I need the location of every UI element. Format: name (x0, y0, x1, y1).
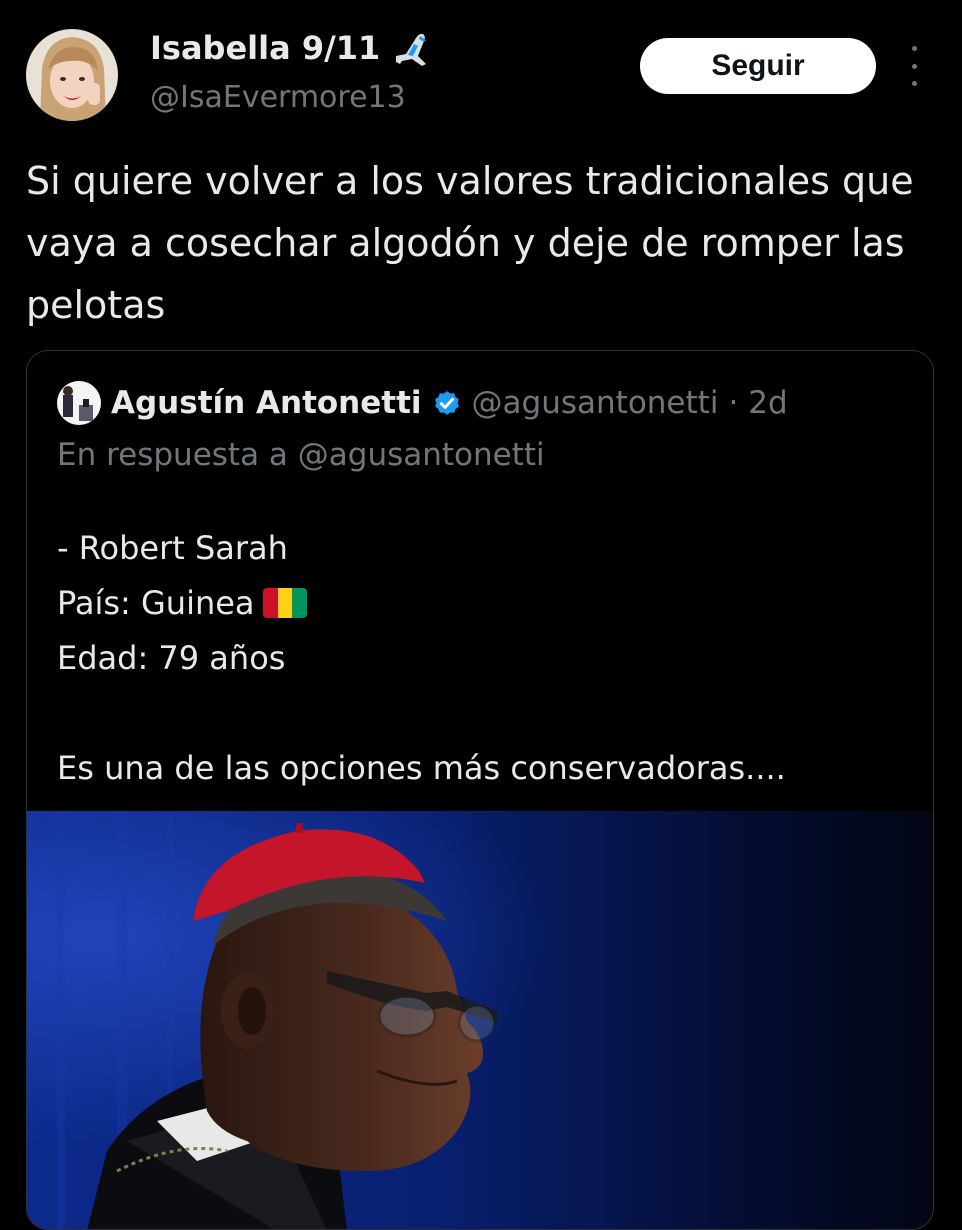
follow-button[interactable]: Seguir (640, 38, 876, 94)
author-name-row[interactable]: Isabella 9/11 (150, 28, 434, 68)
quoted-timestamp[interactable]: 2d (748, 385, 787, 421)
separator-dot: · (728, 385, 739, 421)
quoted-line (57, 686, 786, 741)
quoted-author-name[interactable]: Agustín Antonetti (111, 385, 422, 421)
quoted-tweet-card[interactable]: Agustín Antonetti @agusantonetti · 2d En… (26, 350, 934, 1230)
quoted-line-text: País: Guinea (57, 584, 255, 622)
quoted-tweet-image[interactable] (27, 811, 933, 1229)
quoted-author-avatar[interactable] (57, 381, 101, 425)
guinea-flag-emoji (262, 588, 307, 618)
quoted-tweet-header: Agustín Antonetti @agusantonetti · 2d (57, 381, 788, 425)
quoted-line: - Robert Sarah (57, 529, 288, 567)
quoted-line: Edad: 79 años (57, 639, 286, 677)
reply-to-line[interactable]: En respuesta a @agusantonetti (57, 437, 545, 473)
tweet-text: Si quiere volver a los valores tradicion… (26, 159, 914, 327)
quoted-line: Es una de las opciones más conservadoras… (57, 749, 786, 787)
author-avatar[interactable] (26, 29, 118, 121)
author-name[interactable]: Isabella 9/11 (150, 29, 380, 67)
quoted-author-handle[interactable]: @agusantonetti (472, 385, 719, 421)
author-handle[interactable]: @IsaEvermore13 (150, 80, 406, 115)
quoted-tweet-body: - Robert Sarah País: Guinea Edad: 79 año… (57, 521, 786, 796)
airplane-emoji (396, 33, 427, 66)
more-options-icon[interactable] (904, 46, 924, 86)
quoted-line-country: País: Guinea (57, 576, 786, 631)
verified-badge-icon (434, 391, 459, 415)
